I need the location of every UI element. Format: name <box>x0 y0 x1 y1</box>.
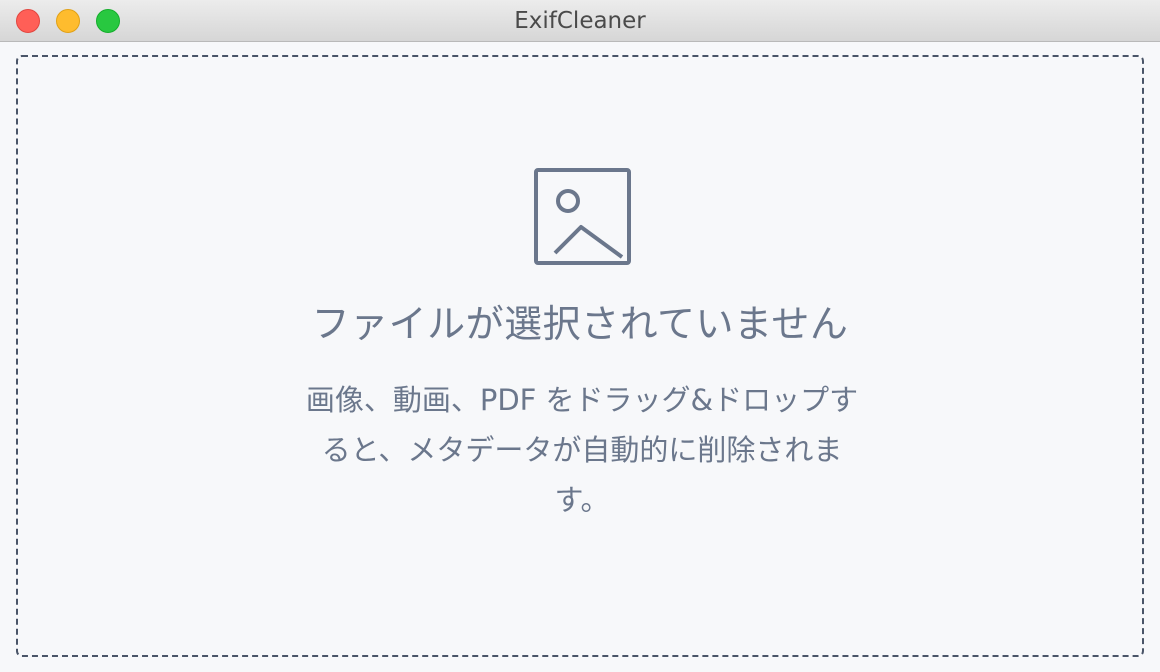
app-window: ExifCleaner ファイルが選択されていません 画像、動画、PDF をドラ… <box>0 0 1160 672</box>
title-bar[interactable]: ExifCleaner <box>0 0 1160 42</box>
file-drop-zone[interactable]: ファイルが選択されていません 画像、動画、PDF をドラッグ&ドロップすると、メ… <box>16 55 1144 657</box>
window-title: ExifCleaner <box>514 8 646 34</box>
empty-state-description: 画像、動画、PDF をドラッグ&ドロップすると、メタデータが自動的に削除されます… <box>305 383 859 517</box>
image-icon <box>534 168 631 265</box>
empty-state-heading: ファイルが選択されていません <box>311 302 849 346</box>
